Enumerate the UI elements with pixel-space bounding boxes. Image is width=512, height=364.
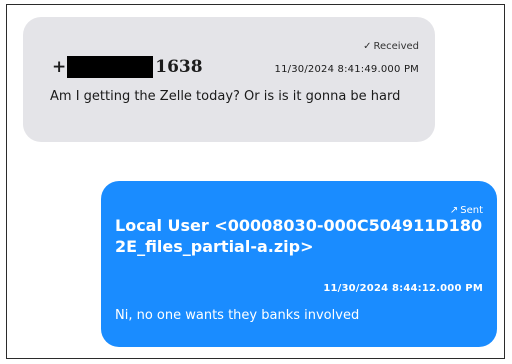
received-message-bubble[interactable]: ✓ Received + 1638 11/30/2024 8:41:49.000 …	[23, 17, 435, 142]
sent-timestamp: 11/30/2024 8:44:12.000 PM	[323, 283, 483, 294]
check-icon: ✓	[363, 41, 372, 52]
sent-message-bubble[interactable]: ↗ Sent Local User <00008030-000C504911D18…	[101, 181, 497, 347]
sender-prefix: +	[52, 57, 67, 77]
sender-suffix: 1638	[155, 57, 203, 77]
received-status: ✓ Received	[363, 41, 419, 52]
redaction-block	[67, 56, 154, 78]
received-status-label: Received	[373, 41, 420, 52]
conversation-panel: ✓ Received + 1638 11/30/2024 8:41:49.000 …	[6, 4, 505, 359]
received-timestamp: 11/30/2024 8:41:49.000 PM	[274, 64, 419, 75]
sent-user-label: Local User <00008030-000C504911D1802E_fi…	[115, 216, 483, 256]
received-message-text: Am I getting the Zelle today? Or is is i…	[50, 89, 401, 104]
sent-message-text: Ni, no one wants they banks involved	[115, 308, 360, 323]
sender-number: + 1638	[52, 54, 203, 80]
